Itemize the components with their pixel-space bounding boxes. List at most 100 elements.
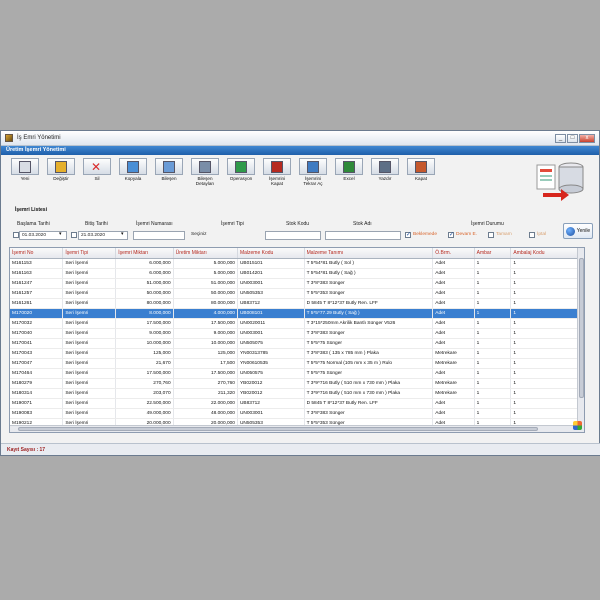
table-cell: 1 bbox=[510, 388, 578, 399]
toolbar-label: Değiştir bbox=[53, 176, 69, 181]
table-cell: Adet bbox=[432, 398, 475, 409]
end-date-dropdown-icon[interactable]: ▾ bbox=[121, 232, 123, 237]
maximize-button[interactable]: □ bbox=[567, 133, 578, 143]
table-cell: 1 bbox=[474, 338, 512, 349]
toolbar-icon-frame bbox=[371, 158, 399, 175]
table-row[interactable]: M161163 Seri İşemri 6.000,000 5.000,000 UB01… bbox=[10, 268, 584, 279]
table-row[interactable]: M170047 Seri İşemri 21,670 17,500 YN00610535… bbox=[10, 358, 584, 369]
toolbar-button-1[interactable]: Değiştir bbox=[43, 158, 79, 188]
table-cell: T 3*15*250mm Akrilik Bantlı Sünger V526 bbox=[304, 318, 434, 329]
table-cell: Metrekare bbox=[432, 388, 475, 399]
table-cell: M170464 bbox=[10, 368, 64, 379]
toolbar-button-2[interactable]: ✕ Sil bbox=[79, 158, 115, 188]
table-cell: 1 bbox=[474, 408, 512, 419]
status-in-progress-checkbox[interactable] bbox=[448, 231, 454, 238]
horizontal-scroll-thumb[interactable] bbox=[18, 427, 538, 431]
table-row[interactable]: M170041 Seri İşemri 10.000,000 10.000,000 UN… bbox=[10, 338, 584, 349]
table-cell: T 3*9*716 Butly ( 510 mm x 730 mm ) Plak… bbox=[304, 378, 434, 389]
table-cell: D 5845 T 8*12*37 Butly Ren. LFF bbox=[304, 298, 434, 309]
table-row[interactable]: M161261 Seri İşemri 80.000,000 80.000,000 UB… bbox=[10, 298, 584, 309]
toolbar-label: İşemrini Kapat bbox=[268, 176, 286, 186]
toolbar-button-9[interactable]: Excel bbox=[331, 158, 367, 188]
column-header[interactable]: İşemri Tipi bbox=[62, 248, 117, 259]
table-cell: YN00313785 bbox=[237, 348, 305, 359]
status-cancel-checkbox[interactable] bbox=[529, 232, 535, 238]
table-row[interactable]: M190083 Seri İşemri 49.000,000 48.000,000 UN… bbox=[10, 408, 584, 419]
table-cell: T 5*5*75 Sünger bbox=[304, 338, 434, 349]
table-cell: Seri İşemri bbox=[62, 278, 117, 289]
table-cell: 9.000,000 bbox=[115, 328, 174, 339]
table-cell: Adet bbox=[432, 278, 475, 289]
column-header[interactable]: Ambalaj Kodu bbox=[510, 248, 578, 259]
table-cell: UB014201 bbox=[237, 268, 305, 279]
table-cell: 1 bbox=[474, 378, 512, 389]
table-row[interactable]: M170032 Seri İşemri 17.500,000 17.500,000 UN… bbox=[10, 318, 584, 329]
table-header: İşemri No İşemri Tipi İşemri Miktarı Üretim… bbox=[10, 248, 584, 259]
table-cell: 1 bbox=[474, 308, 512, 319]
table-cell: UN505353 bbox=[237, 288, 305, 299]
column-header[interactable]: Malzeme Tanımı bbox=[304, 248, 434, 259]
table-row[interactable]: M170020 Seri İşemri 8.000,000 4.000,000 UB00… bbox=[10, 308, 584, 319]
table-cell: 6.000,000 bbox=[115, 258, 174, 269]
table-row[interactable]: M161247 Seri İşemri 51.000,000 51.000,000 UN… bbox=[10, 278, 584, 289]
table-row[interactable]: M161257 Seri İşemri 50.000,000 50.000,000 UN… bbox=[10, 288, 584, 299]
column-header[interactable]: İşemri Miktarı bbox=[115, 248, 174, 259]
refresh-button[interactable]: Yenile bbox=[563, 223, 593, 239]
start-date-dropdown-icon[interactable]: ▾ bbox=[59, 232, 61, 237]
table-cell: 1 bbox=[510, 318, 578, 329]
excel-icon bbox=[343, 160, 355, 173]
list-section-title: İşemri Listesi bbox=[15, 207, 47, 213]
table-row[interactable]: M170464 Seri İşemri 17.500,000 17.500,000 UN… bbox=[10, 368, 584, 379]
table-cell: Seri İşemri bbox=[62, 288, 117, 299]
toolbar-button-7[interactable]: İşemrini Kapat bbox=[259, 158, 295, 188]
table-cell: UN003001 bbox=[237, 328, 305, 339]
column-header[interactable]: Ö.Brm. bbox=[432, 248, 475, 259]
table-cell: Metrekare bbox=[432, 358, 475, 369]
table-row[interactable]: M180279 Seri İşemri 270,760 270,760 YB020012… bbox=[10, 378, 584, 389]
column-header[interactable]: Malzeme Kodu bbox=[237, 248, 305, 259]
toolbar-button-10[interactable]: Yazdır bbox=[367, 158, 403, 188]
vertical-scroll-thumb[interactable] bbox=[579, 258, 584, 398]
horizontal-scrollbar[interactable] bbox=[10, 425, 579, 432]
toolbar-button-0[interactable]: Yeni bbox=[7, 158, 43, 188]
toolbar-icon-frame bbox=[299, 158, 327, 175]
minimize-button[interactable]: _ bbox=[555, 133, 566, 143]
toolbar-label: Sil bbox=[94, 176, 100, 181]
toolbar-button-6[interactable]: Operasyon bbox=[223, 158, 259, 188]
toolbar-button-11[interactable]: Kapat bbox=[403, 158, 439, 188]
vertical-scrollbar[interactable] bbox=[577, 248, 584, 432]
stock-name-input[interactable] bbox=[325, 231, 401, 240]
column-chooser-icon[interactable] bbox=[573, 421, 582, 430]
table-row[interactable]: M190071 Seri İşemri 22.500,000 22.000,000 UB… bbox=[10, 398, 584, 409]
close-button[interactable]: x bbox=[579, 133, 595, 143]
table-cell: M190071 bbox=[10, 398, 64, 409]
table-row[interactable]: M180314 Seri İşemri 203,070 211,320 YB020012… bbox=[10, 388, 584, 399]
table-cell: 17.500,000 bbox=[173, 368, 238, 379]
toolbar-button-5[interactable]: Bileşen Detayları bbox=[187, 158, 223, 188]
toolbar-button-8[interactable]: İşemrini Tekrar Aç bbox=[295, 158, 331, 188]
table-cell: 51.000,000 bbox=[173, 278, 238, 289]
table-cell: Adet bbox=[432, 258, 475, 269]
toolbar-icon-frame bbox=[407, 158, 435, 175]
table-cell: T 5*5*75 Normal (105 mm x 35 m ) Rulo bbox=[304, 358, 434, 369]
table-row[interactable]: M161153 Seri İşemri 6.000,000 5.000,000 UB01… bbox=[10, 258, 584, 269]
table-row[interactable]: M170040 Seri İşemri 9.000,000 9.000,000 UN00… bbox=[10, 328, 584, 339]
table-cell: 1 bbox=[474, 398, 512, 409]
stock-code-input[interactable] bbox=[265, 231, 321, 240]
toolbar-label: Excel bbox=[343, 176, 355, 181]
toolbar-button-3[interactable]: Kopyala bbox=[115, 158, 151, 188]
end-date-checkbox[interactable] bbox=[71, 232, 77, 238]
table-cell: T 5*5*77.29 Butly ( Sağ ) bbox=[304, 308, 434, 319]
order-no-label: İşemri Numarası bbox=[136, 221, 173, 227]
status-done-checkbox[interactable] bbox=[488, 232, 494, 238]
table-cell: YN00610535 bbox=[237, 358, 305, 369]
column-header[interactable]: Ambar bbox=[474, 248, 512, 259]
toolbar-button-4[interactable]: Bileşen bbox=[151, 158, 187, 188]
status-waiting-checkbox[interactable] bbox=[405, 231, 411, 238]
column-header[interactable]: Üretim Miktarı bbox=[173, 248, 238, 259]
order-no-input[interactable] bbox=[133, 231, 185, 240]
column-header[interactable]: İşemri No bbox=[10, 248, 64, 259]
app-icon bbox=[5, 134, 13, 142]
table-row[interactable]: M170043 Seri İşemri 125,000 125,000 YN003137… bbox=[10, 348, 584, 359]
table-cell: Seri İşemri bbox=[62, 408, 117, 419]
